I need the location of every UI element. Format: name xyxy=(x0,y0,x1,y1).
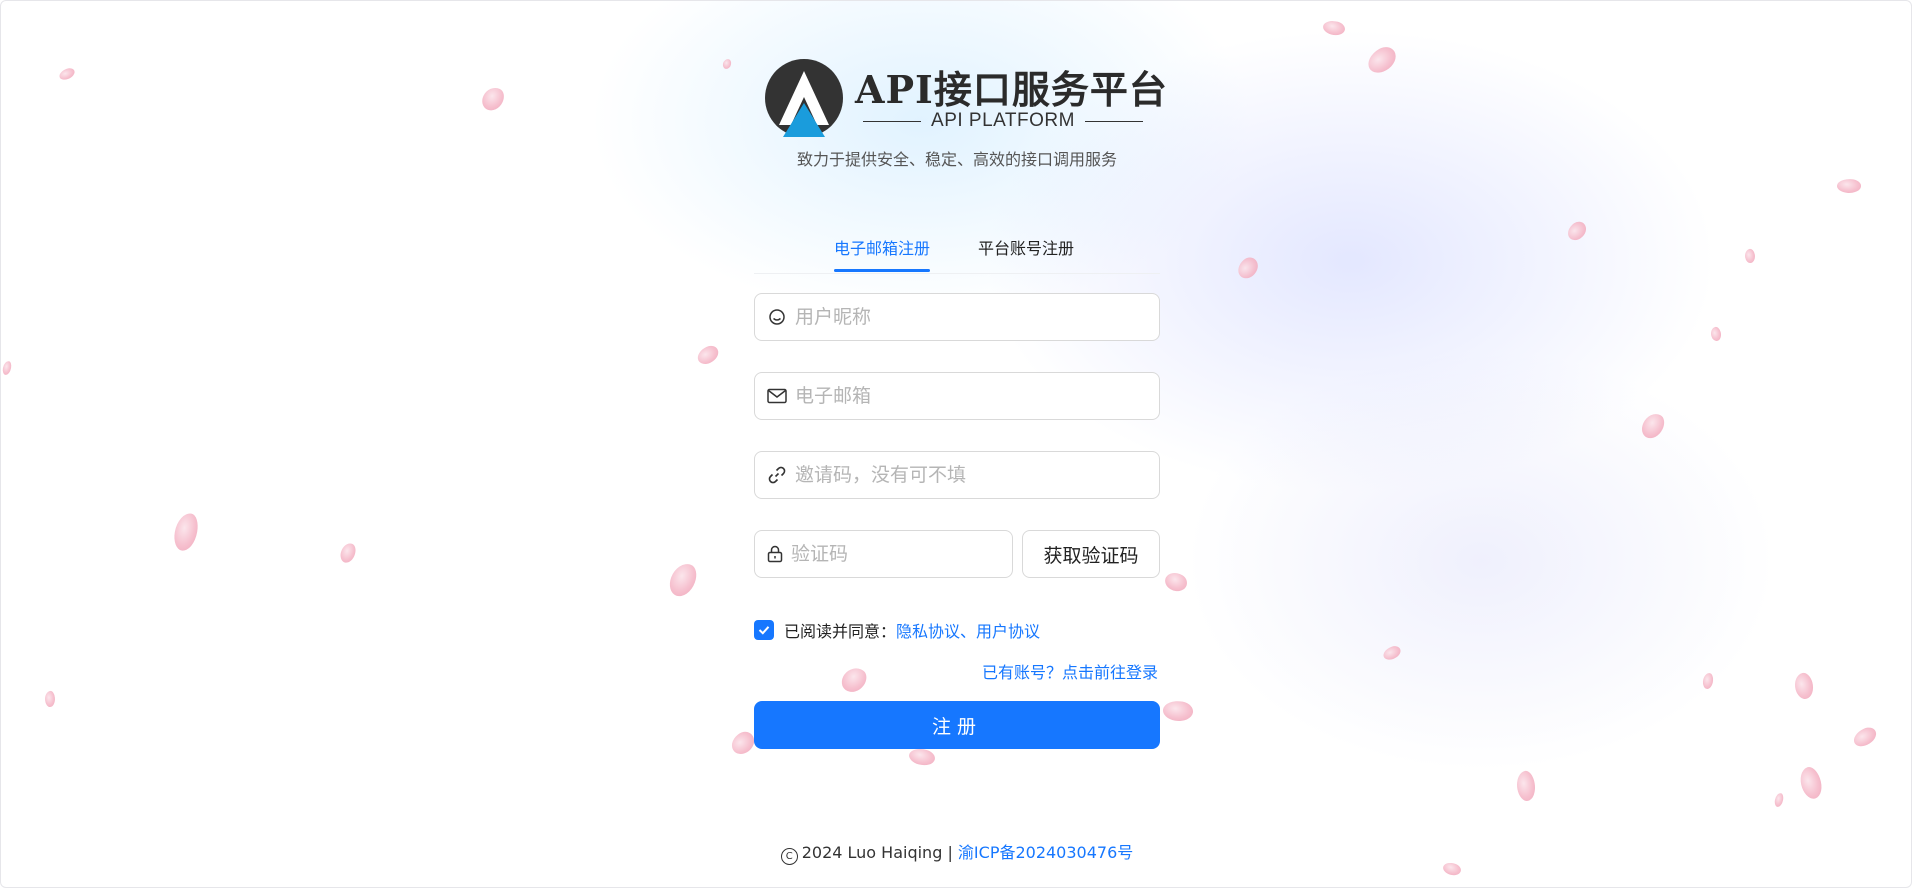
nickname-field[interactable] xyxy=(754,293,1160,341)
tab-account-register[interactable]: 平台账号注册 xyxy=(978,235,1074,271)
brand-title: API接口服务平台 xyxy=(855,67,1168,112)
page-frame: API接口服务平台 API PLATFORM 致力于提供安全、稳定、高效的接口调… xyxy=(0,0,1912,888)
invite-code-input[interactable] xyxy=(793,451,1159,499)
copyright-icon: C xyxy=(780,848,798,865)
tagline: 致力于提供安全、稳定、高效的接口调用服务 xyxy=(796,150,1117,169)
icp-link[interactable]: 渝ICP备2024030476号 xyxy=(958,843,1133,862)
invite-code-field[interactable] xyxy=(754,451,1160,499)
register-button[interactable]: 注册 xyxy=(754,701,1160,749)
login-link[interactable]: 已有账号？点击前往登录 xyxy=(982,659,1158,683)
mail-icon xyxy=(767,386,787,406)
brand-subtitle-text: API PLATFORM xyxy=(931,110,1075,131)
brand-subtitle: API PLATFORM xyxy=(863,109,1144,133)
email-field[interactable] xyxy=(754,372,1160,420)
verify-code-input[interactable] xyxy=(789,530,1036,578)
link-icon xyxy=(767,465,787,485)
user-icon xyxy=(767,307,787,327)
nickname-input[interactable] xyxy=(793,293,1159,341)
agreement-row: 已阅读并同意： 隐私协议、用户协议 xyxy=(754,618,1040,642)
verify-code-field[interactable] xyxy=(754,530,1036,578)
check-icon xyxy=(758,626,770,635)
brand-header: API接口服务平台 API PLATFORM xyxy=(765,57,1168,137)
agreement-links[interactable]: 隐私协议、用户协议 xyxy=(896,618,1040,642)
agree-text: 已阅读并同意： xyxy=(784,622,897,641)
register-tabs: 电子邮箱注册 平台账号注册 xyxy=(754,229,1160,274)
get-code-button[interactable]: 获取验证码 xyxy=(1022,530,1160,578)
email-input[interactable] xyxy=(793,372,1159,420)
tab-email-register[interactable]: 电子邮箱注册 xyxy=(834,235,931,272)
lock-icon xyxy=(767,544,783,564)
footer: C 2024 Luo Haiqing | 渝ICP备2024030476号 xyxy=(1,839,1911,865)
footer-copyright: 2024 Luo Haiqing | xyxy=(801,843,953,862)
agree-checkbox[interactable] xyxy=(754,620,774,640)
logo-icon xyxy=(765,59,843,137)
